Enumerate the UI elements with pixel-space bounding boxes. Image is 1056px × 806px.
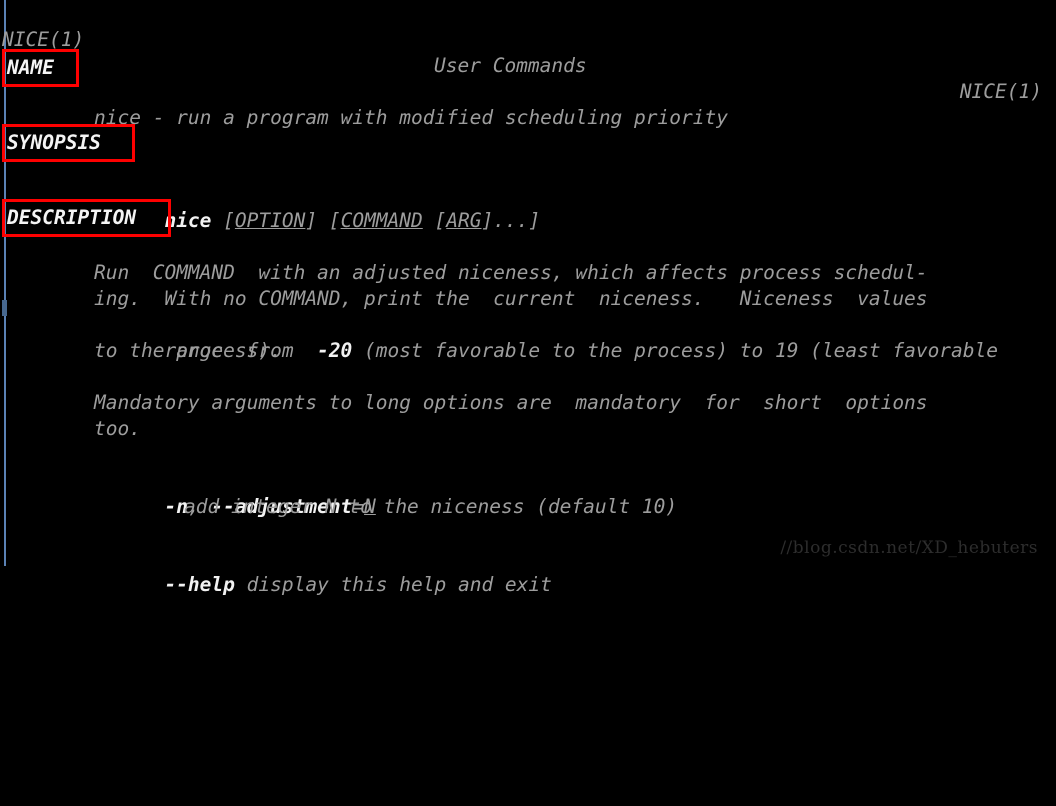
description-para1-line3-post: (most favorable to the process) to 19 (l… <box>352 339 999 362</box>
synopsis-command-word: COMMAND <box>340 209 423 232</box>
description-para1-line3: range from -20 (most favorable to the pr… <box>0 286 1056 362</box>
terminal-man-page: NICE(1) User Commands NICE(1) NAME nice … <box>0 0 1056 596</box>
option-help-description-text: display this help and exit <box>234 573 552 596</box>
man-header-row: NICE(1) User Commands NICE(1) <box>0 1 1056 103</box>
option-adjustment-description-text: add integer N to the niceness (default 1… <box>184 495 678 518</box>
description-para1-line2: ing. With no COMMAND, print the current … <box>0 260 1056 310</box>
section-heading-synopsis: SYNOPSIS <box>7 131 101 154</box>
synopsis-command: nice <box>164 209 212 232</box>
option-adjustment-description: add integer N to the niceness (default 1… <box>0 468 1056 518</box>
description-para2-line2-text: too. <box>94 417 141 440</box>
synopsis-arg-word: ARG <box>446 209 482 232</box>
description-para1-line4-text: to the process). <box>94 339 282 362</box>
section-heading-description: DESCRIPTION <box>7 206 137 229</box>
option-adjustment-row: -n, --adjustment=N <box>0 442 1056 518</box>
niceness-min-value: -20 <box>317 339 353 362</box>
synopsis-body-line: nice [OPTION] [COMMAND [ARG]...] <box>0 156 1056 232</box>
description-para1-line1: Run COMMAND with an adjusted niceness, w… <box>0 234 1056 284</box>
synopsis-option-open: [ <box>211 209 235 232</box>
name-body-line: nice - run a program with modified sched… <box>0 79 1056 129</box>
synopsis-arg-close: ]...] <box>481 209 541 232</box>
synopsis-option-word: OPTION <box>234 209 306 232</box>
description-para2-line2: too. <box>0 390 1056 440</box>
section-heading-name: NAME <box>7 56 54 79</box>
description-para1-line4: to the process). <box>0 312 1056 362</box>
man-header-center: User Commands <box>434 54 587 77</box>
option-help-long: --help <box>164 573 235 596</box>
blog-watermark: //blog.csdn.net/XD_hebuters <box>780 538 1038 558</box>
synopsis-option-close: ] [ <box>305 209 341 232</box>
description-para2-line1: Mandatory arguments to long options are … <box>0 364 1056 414</box>
name-body-text: nice - run a program with modified sched… <box>94 106 728 129</box>
synopsis-arg-mid: [ <box>422 209 447 232</box>
